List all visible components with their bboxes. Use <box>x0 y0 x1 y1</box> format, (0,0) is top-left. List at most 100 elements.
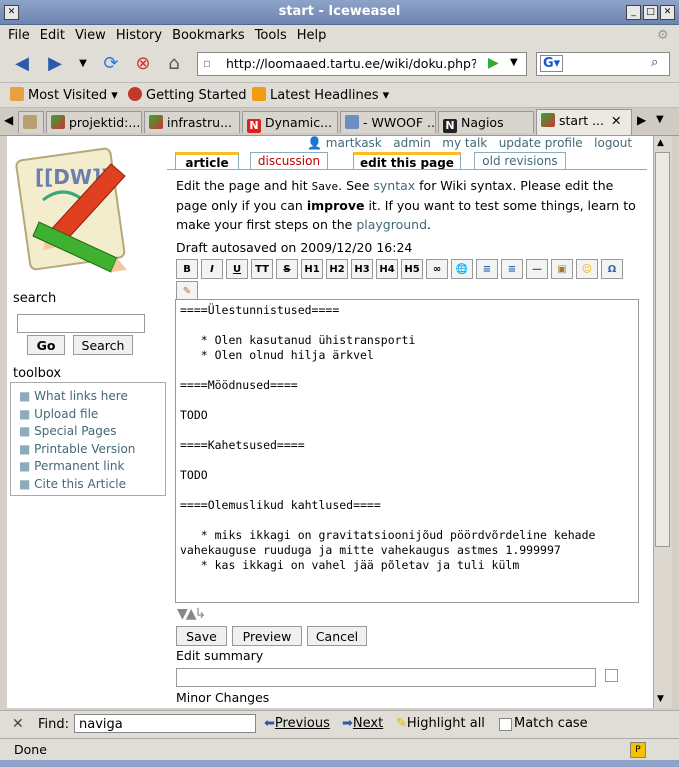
ordered-list-icon[interactable]: ≡ <box>476 259 498 279</box>
tab-edit-this-page[interactable]: edit this page <box>353 152 461 170</box>
tab-5[interactable]: N Nagios <box>438 111 534 133</box>
italic-button[interactable]: I <box>201 259 223 279</box>
close-find-icon[interactable]: ✕ <box>12 716 24 732</box>
window-title: start - Iceweasel <box>278 4 401 19</box>
menu-tools[interactable]: Tools <box>250 25 292 46</box>
edit-summary-input[interactable] <box>176 668 596 687</box>
web-search-box[interactable]: G▾ ⌕ <box>536 52 670 76</box>
user-link-martkask[interactable]: martkask <box>326 136 382 150</box>
home-icon[interactable]: ⌂ <box>163 53 185 75</box>
menu-view[interactable]: View <box>70 25 111 46</box>
close-icon[interactable]: ✕ <box>660 5 675 20</box>
syntax-link[interactable]: syntax <box>373 178 415 193</box>
menu-edit[interactable]: Edit <box>35 25 70 46</box>
find-next-button[interactable]: ➡Next <box>342 716 383 731</box>
find-previous-button[interactable]: ⬅Previous <box>264 716 330 731</box>
wiki-textarea[interactable]: ====Ülestunnistused==== * Olen kasutanud… <box>175 299 639 603</box>
scroll-up-icon[interactable]: ▲ <box>657 138 664 148</box>
monospace-button[interactable]: TT <box>251 259 273 279</box>
tab-4[interactable]: - WWOOF ... <box>340 111 436 133</box>
strike-button[interactable]: S <box>276 259 298 279</box>
toolbox-printable-version[interactable]: ■ Printable Version <box>19 441 135 459</box>
minor-changes-checkbox[interactable] <box>605 669 618 682</box>
h4-button[interactable]: H4 <box>376 259 398 279</box>
tab-bar: ◀ projektid:... infrastru... N Dynamic...… <box>0 108 679 136</box>
tab-scroll-left-icon[interactable]: ◀ <box>4 113 13 127</box>
tab-article[interactable]: article <box>175 152 239 170</box>
underline-button[interactable]: U <box>226 259 248 279</box>
resize-arrows-icon[interactable]: ▼▲↳ <box>177 606 206 622</box>
toolbox-what-links-here[interactable]: ■ What links here <box>19 388 135 406</box>
user-links: 👤 martkask admin my talk update profile … <box>307 136 632 150</box>
bold-button[interactable]: B <box>176 259 198 279</box>
magnifier-icon[interactable]: ⌕ <box>651 55 658 70</box>
bookmark-latest-headlines[interactable]: Latest Headlines ▾ <box>252 87 389 103</box>
toolbox-special-pages[interactable]: ■ Special Pages <box>19 423 135 441</box>
user-link-admin[interactable]: admin <box>393 136 431 150</box>
close-tab-icon[interactable]: ✕ <box>611 110 621 132</box>
h5-button[interactable]: H5 <box>401 259 423 279</box>
tab-6-active[interactable]: start ... ✕ <box>536 109 632 135</box>
unordered-list-icon[interactable]: ≡ <box>501 259 523 279</box>
window-menu-icon[interactable]: ✕ <box>4 5 19 20</box>
user-link-update-profile[interactable]: update profile <box>499 136 583 150</box>
menu-history[interactable]: History <box>111 25 167 46</box>
find-input[interactable]: naviga <box>74 714 256 733</box>
playground-link[interactable]: playground <box>356 217 427 232</box>
scroll-thumb[interactable] <box>655 152 670 547</box>
forward-icon[interactable]: ▶ <box>44 53 66 75</box>
user-link-logout[interactable]: logout <box>594 136 632 150</box>
scroll-down-icon[interactable]: ▼ <box>657 694 664 704</box>
menu-bookmarks[interactable]: Bookmarks <box>167 25 250 46</box>
nagios-icon: N <box>443 119 457 133</box>
match-case-checkbox[interactable] <box>499 718 512 731</box>
go-button[interactable]: Go <box>27 335 65 355</box>
page-content: [[DW]] search Go Search toolbox ■ What l… <box>7 136 653 708</box>
google-icon[interactable]: G▾ <box>540 55 564 72</box>
back-icon[interactable]: ◀ <box>11 53 33 75</box>
image-icon[interactable]: ▣ <box>551 259 573 279</box>
user-link-my-talk[interactable]: my talk <box>442 136 487 150</box>
tab-0[interactable] <box>18 111 44 133</box>
tab-3[interactable]: N Dynamic... <box>242 111 338 133</box>
tab-discussion[interactable]: discussion <box>250 152 328 169</box>
tab-2[interactable]: infrastru... <box>144 111 240 133</box>
toolbox-cite-article[interactable]: ■ Cite this Article <box>19 476 135 494</box>
bookmark-most-visited[interactable]: Most Visited ▾ <box>10 87 118 103</box>
save-button[interactable]: Save <box>176 626 227 646</box>
horizontal-rule-icon[interactable]: — <box>526 259 548 279</box>
tab-old-revisions[interactable]: old revisions <box>474 152 566 169</box>
go-arrow-icon[interactable]: ▶ <box>488 55 499 71</box>
special-chars-icon[interactable]: Ω <box>601 259 623 279</box>
menu-file[interactable]: File <box>0 25 35 46</box>
tab-list-icon[interactable]: ▼ <box>656 114 664 125</box>
navigation-toolbar: ◀ ▶ ▼ ⟳ ⊗ ⌂ ▫ http://loomaaed.tartu.ee/w… <box>0 46 679 83</box>
link-icon[interactable]: ∞ <box>426 259 448 279</box>
sidebar-search-input[interactable] <box>17 314 145 333</box>
security-icon[interactable]: P <box>630 742 646 758</box>
preview-button[interactable]: Preview <box>232 626 302 646</box>
highlight-all-button[interactable]: ✎Highlight all <box>396 716 485 731</box>
url-bar[interactable]: ▫ http://loomaaed.tartu.ee/wiki/doku.php… <box>197 52 527 76</box>
tab-1[interactable]: projektid:... <box>46 111 142 133</box>
page-scrollbar[interactable]: ▲ ▼ <box>653 136 672 708</box>
h2-button[interactable]: H2 <box>326 259 348 279</box>
smiley-icon[interactable]: ☺ <box>576 259 598 279</box>
cancel-button[interactable]: Cancel <box>307 626 367 646</box>
menu-help[interactable]: Help <box>292 25 332 46</box>
history-dropdown-icon[interactable]: ▼ <box>72 53 94 75</box>
external-link-icon[interactable]: 🌐 <box>451 259 473 279</box>
reload-icon[interactable]: ⟳ <box>100 53 122 75</box>
bookmark-getting-started[interactable]: Getting Started <box>128 87 247 103</box>
url-dropdown-icon[interactable]: ▼ <box>510 57 518 68</box>
maximize-icon[interactable]: □ <box>643 5 658 20</box>
minimize-icon[interactable]: _ <box>626 5 641 20</box>
toolbox-permanent-link[interactable]: ■ Permanent link <box>19 458 135 476</box>
tab-scroll-right-icon[interactable]: ▶ <box>637 113 646 127</box>
search-button[interactable]: Search <box>73 335 133 355</box>
stop-icon[interactable]: ⊗ <box>132 53 154 75</box>
signature-icon[interactable]: ✎ <box>176 281 198 301</box>
toolbox-upload-file[interactable]: ■ Upload file <box>19 406 135 424</box>
h3-button[interactable]: H3 <box>351 259 373 279</box>
h1-button[interactable]: H1 <box>301 259 323 279</box>
